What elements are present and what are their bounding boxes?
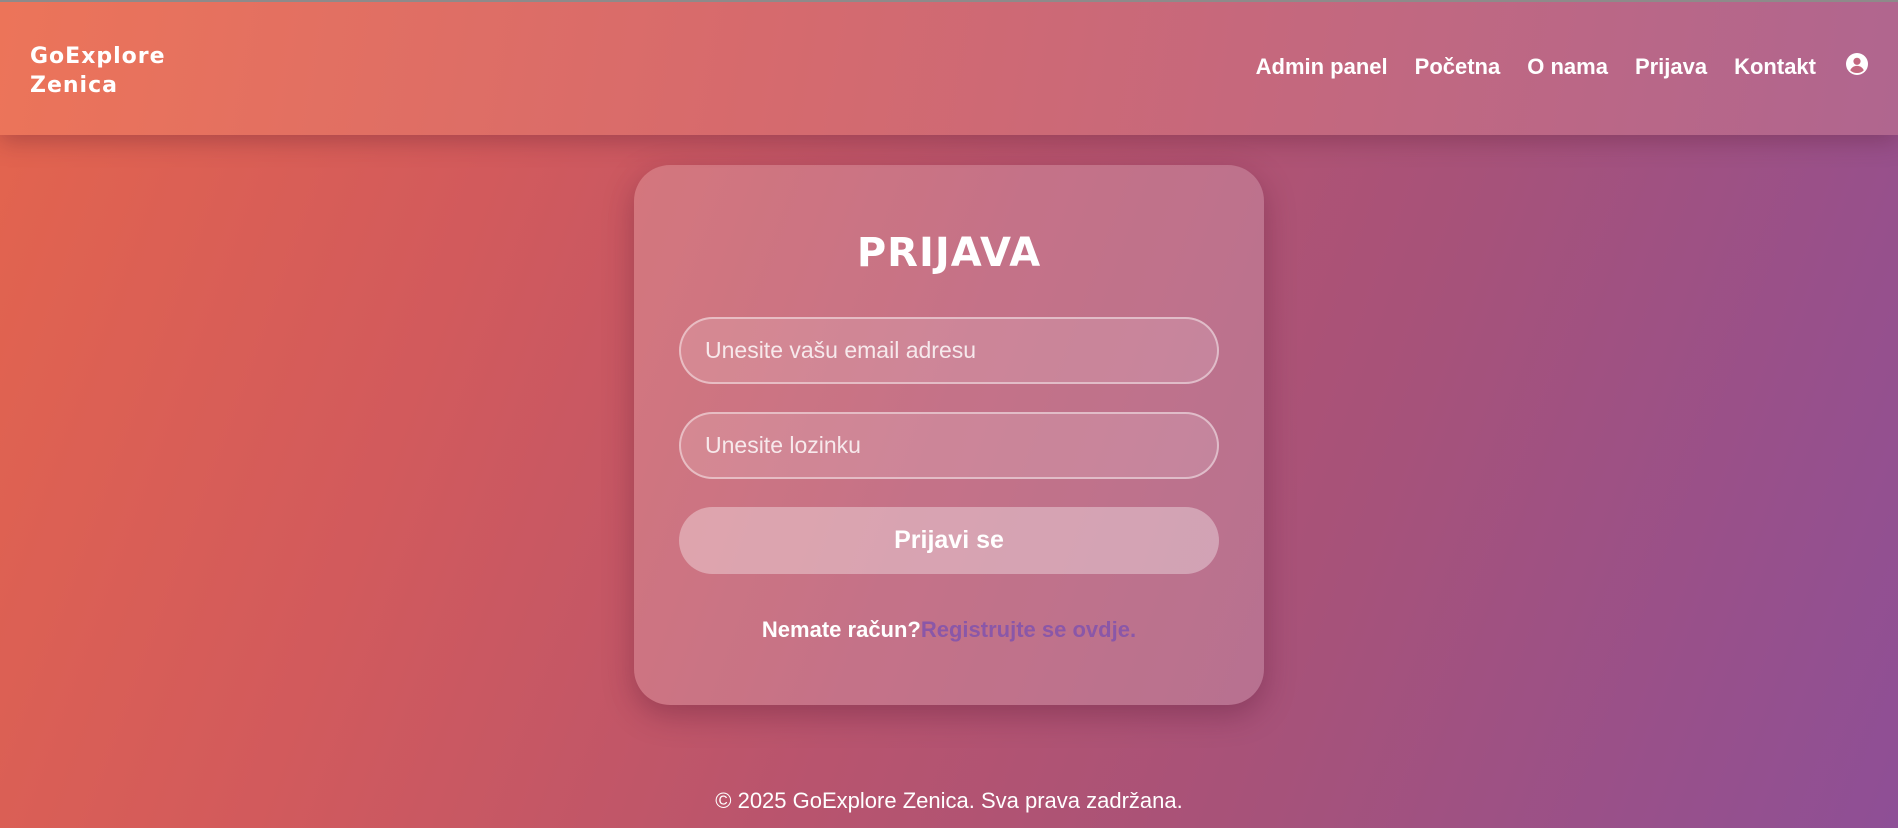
nav-item-prijava[interactable]: Prijava — [1635, 54, 1707, 80]
login-card: PRIJAVA Prijavi se Nemate račun?Registru… — [634, 165, 1264, 705]
login-title: PRIJAVA — [856, 230, 1042, 276]
nav-item-pocetna[interactable]: Početna — [1415, 54, 1501, 80]
login-submit-button[interactable]: Prijavi se — [679, 507, 1219, 574]
nav-item-kontakt[interactable]: Kontakt — [1734, 54, 1816, 80]
password-field[interactable] — [679, 412, 1219, 479]
register-prompt: Nemate račun?Registrujte se ovdje. — [634, 617, 1264, 643]
nav-item-admin-panel[interactable]: Admin panel — [1256, 54, 1388, 80]
email-field[interactable] — [679, 317, 1219, 384]
main-nav: Admin panel Početna O nama Prijava Konta… — [1229, 53, 1868, 80]
user-circle-icon[interactable] — [1846, 53, 1868, 75]
brand-logo[interactable]: GoExplore Zenica — [30, 42, 230, 100]
register-question-text: Nemate račun? — [761, 617, 921, 642]
brand-line-2: Zenica — [30, 73, 118, 98]
register-link[interactable]: Registrujte se ovdje. — [921, 617, 1136, 642]
brand-line-1: GoExplore — [30, 44, 166, 69]
footer-copyright: © 2025 GoExplore Zenica. Sva prava zadrž… — [715, 788, 1183, 813]
top-navbar: GoExplore Zenica Admin panel Početna O n… — [0, 0, 1898, 135]
nav-item-o-nama[interactable]: O nama — [1527, 54, 1608, 80]
